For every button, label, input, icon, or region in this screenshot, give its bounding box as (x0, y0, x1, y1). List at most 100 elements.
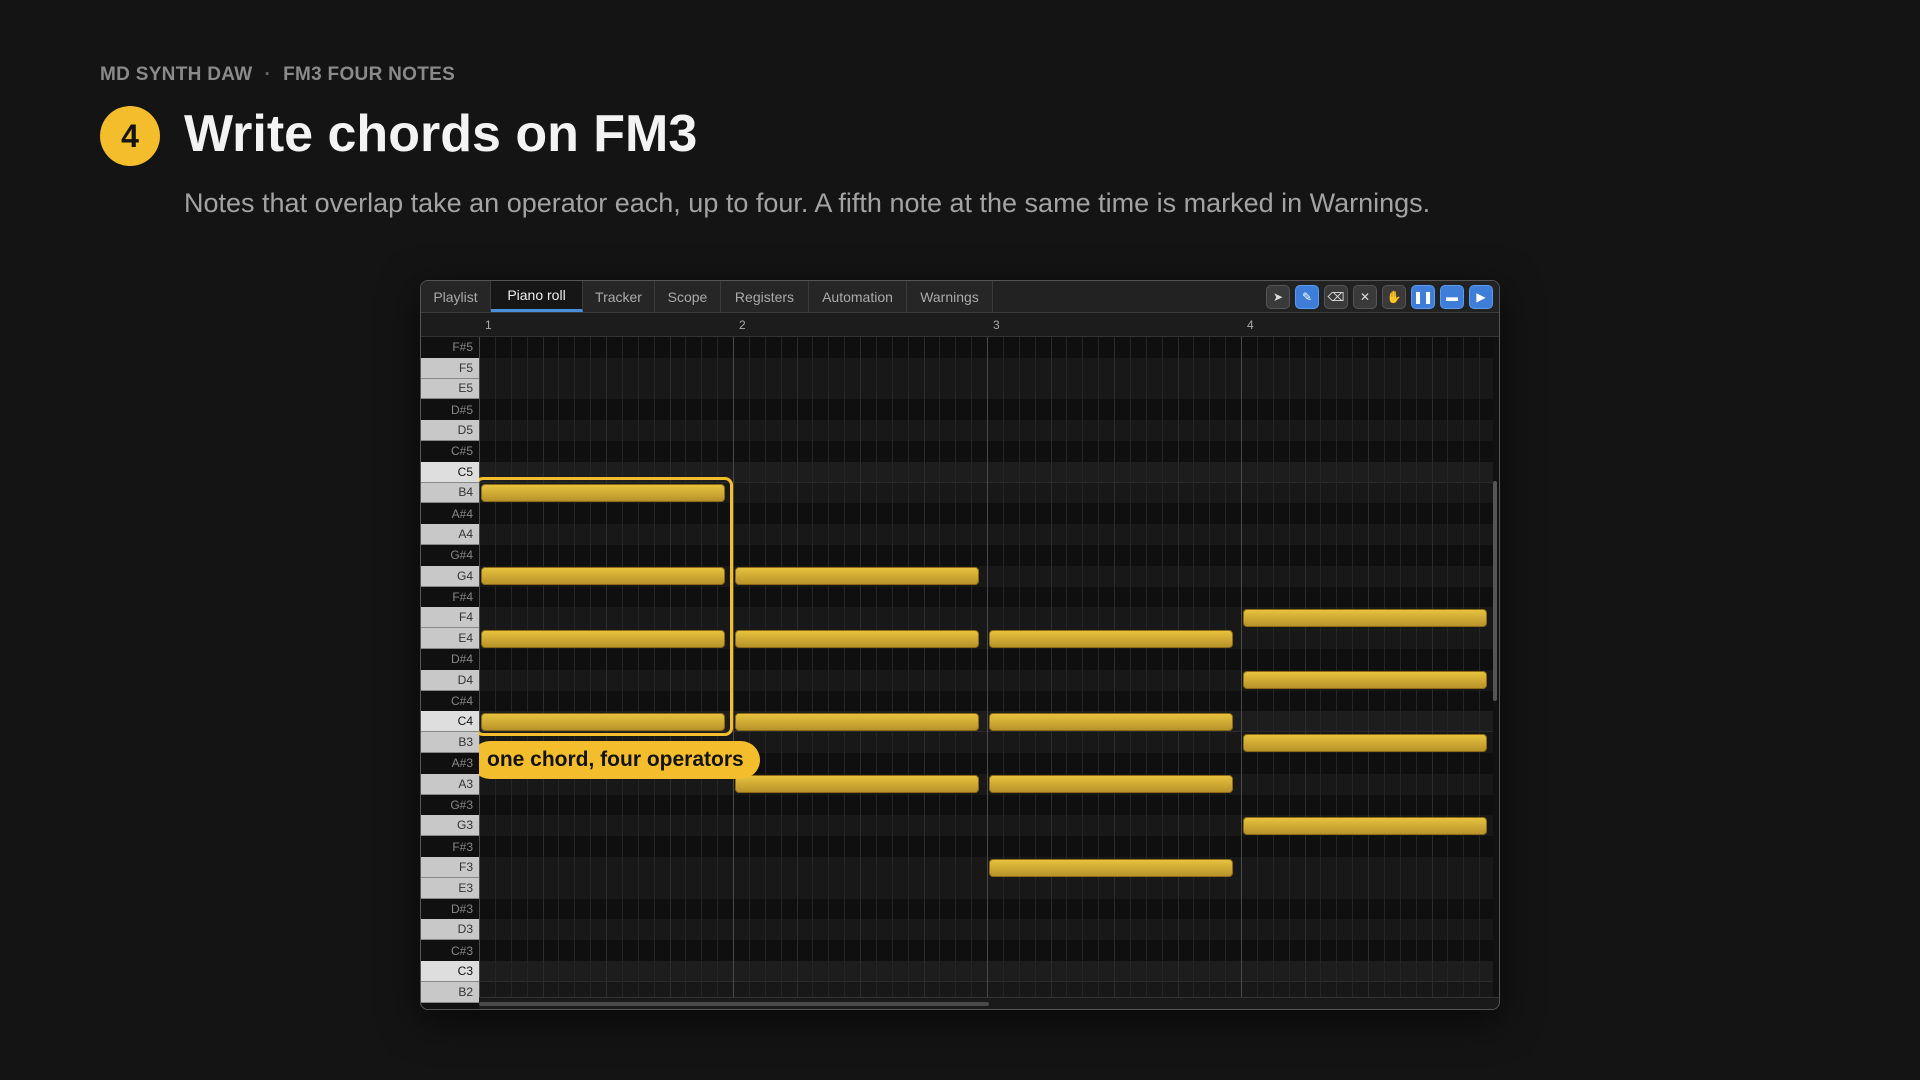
note-f4-bar-4[interactable] (1243, 608, 1487, 627)
note-a3-bar-2[interactable] (735, 775, 979, 794)
tab-piano-roll[interactable]: Piano roll (491, 281, 583, 312)
piano-key[interactable]: G3 (421, 815, 479, 837)
hand-tool-button[interactable]: ✋ (1382, 285, 1406, 309)
grid-line (1415, 337, 1417, 997)
note-g3-bar-4[interactable] (1243, 816, 1487, 835)
piano-key[interactable]: C#4 (421, 690, 479, 712)
eraser-tool-button[interactable]: ⌫ (1324, 285, 1348, 309)
note-d4-bar-4[interactable] (1243, 671, 1487, 690)
piano-key[interactable]: F4 (421, 607, 479, 629)
page-title: Write chords on FM3 (184, 105, 698, 163)
note-e4-bar-1[interactable] (481, 629, 725, 648)
piano-key[interactable]: E5 (421, 378, 479, 400)
grid-line (1050, 337, 1052, 997)
piano-key[interactable]: G#4 (421, 545, 479, 566)
piano-key[interactable]: D3 (421, 919, 479, 941)
note-e4-bar-3[interactable] (989, 629, 1233, 648)
note-a3-bar-3[interactable] (989, 775, 1233, 794)
note-b3-bar-4[interactable] (1243, 733, 1487, 752)
grid-line (875, 337, 877, 997)
grid-row (479, 524, 1493, 545)
grid-row (479, 545, 1493, 566)
grid-line (844, 337, 846, 997)
piano-key[interactable]: G#3 (421, 794, 479, 816)
piano-key[interactable]: F#3 (421, 836, 479, 857)
grid-line (1336, 337, 1338, 997)
piano-key[interactable]: A#4 (421, 503, 479, 525)
grid-row (479, 586, 1493, 608)
piano-key[interactable]: C#3 (421, 940, 479, 961)
grid-line (1066, 337, 1068, 997)
piano-key[interactable]: C4 (421, 711, 479, 733)
piano-roll-grid[interactable]: one chord, four operators (479, 337, 1493, 997)
timeline-ruler[interactable]: 1 2 3 4 (421, 313, 1499, 337)
piano-key[interactable]: D4 (421, 669, 479, 691)
horizontal-scrollbar[interactable] (479, 1002, 989, 1006)
piano-key[interactable]: B3 (421, 732, 479, 753)
grid-line (1368, 337, 1369, 997)
piano-key[interactable]: D5 (421, 420, 479, 441)
tab-registers[interactable]: Registers (721, 281, 809, 312)
note-g4-bar-1[interactable] (481, 567, 725, 586)
note-c4-bar-3[interactable] (989, 712, 1233, 731)
piano-key[interactable]: F5 (421, 357, 479, 379)
piano-key[interactable]: F#5 (421, 337, 479, 358)
grid-line (542, 337, 544, 997)
horizontal-scrollbar-track[interactable] (479, 997, 1499, 1009)
grid-line (510, 337, 512, 997)
loop-tool-button[interactable]: ▬ (1440, 285, 1464, 309)
grid-line (1082, 337, 1084, 997)
bar-number: 3 (993, 318, 1000, 332)
note-c4-bar-2[interactable] (735, 712, 979, 731)
piano-key[interactable]: F3 (421, 857, 479, 878)
grid-line (1129, 337, 1131, 997)
tab-automation[interactable]: Automation (809, 281, 907, 312)
piano-key[interactable]: B4 (421, 482, 479, 504)
piano-key[interactable]: C#5 (421, 441, 479, 462)
piano-key[interactable]: C5 (421, 461, 479, 483)
grid-row (479, 690, 1493, 712)
pause-tool-button[interactable]: ❚❚ (1411, 285, 1435, 309)
daw-window: ➤ ✎ ⌫ ✕ ✋ ❚❚ ▬ ▶ Playlist Piano roll Tracker Scope… (420, 280, 1500, 1010)
piano-key[interactable]: G4 (421, 565, 479, 587)
grid-line (558, 337, 560, 997)
piano-key[interactable]: A#3 (421, 753, 479, 774)
cut-tool-button[interactable]: ✕ (1353, 285, 1377, 309)
pencil-tool-button[interactable]: ✎ (1295, 285, 1319, 309)
tab-playlist[interactable]: Playlist (421, 281, 491, 312)
grid-line (748, 337, 750, 997)
grid-line (1177, 337, 1179, 997)
pointer-tool-button[interactable]: ➤ (1266, 285, 1290, 309)
piano-key[interactable]: E4 (421, 628, 479, 649)
grid-line (1098, 337, 1100, 997)
breadcrumb-section: FM3 FOUR NOTES (283, 64, 456, 85)
piano-key[interactable]: D#3 (421, 898, 479, 920)
piano-key[interactable]: A3 (421, 773, 479, 795)
piano-key[interactable]: D#5 (421, 399, 479, 421)
note-c4-bar-1[interactable] (481, 712, 725, 731)
piano-key[interactable]: F#4 (421, 586, 479, 608)
piano-key[interactable]: C3 (421, 961, 479, 982)
grid-line (685, 337, 687, 997)
grid-line (1193, 337, 1195, 997)
piano-key[interactable]: A4 (421, 524, 479, 545)
grid-row (479, 420, 1493, 441)
grid-line (1352, 337, 1354, 997)
grid-line (1209, 337, 1211, 997)
grid-line (717, 337, 719, 997)
play-tool-button[interactable]: ▶ (1469, 285, 1493, 309)
grid-line (1241, 337, 1242, 997)
piano-key[interactable]: B2 (421, 981, 479, 1003)
tab-warnings[interactable]: Warnings (907, 281, 993, 312)
piano-key[interactable]: D#4 (421, 649, 479, 670)
note-g4-bar-2[interactable] (735, 567, 979, 586)
vertical-scrollbar[interactable] (1493, 481, 1497, 701)
tab-scope[interactable]: Scope (655, 281, 721, 312)
note-b4-bar-1[interactable] (481, 484, 725, 503)
note-f3-bar-3[interactable] (989, 858, 1233, 877)
piano-key[interactable]: E3 (421, 877, 479, 899)
grid-line (1399, 337, 1401, 997)
grid-row (479, 794, 1493, 816)
tab-tracker[interactable]: Tracker (583, 281, 655, 312)
note-e4-bar-2[interactable] (735, 629, 979, 648)
